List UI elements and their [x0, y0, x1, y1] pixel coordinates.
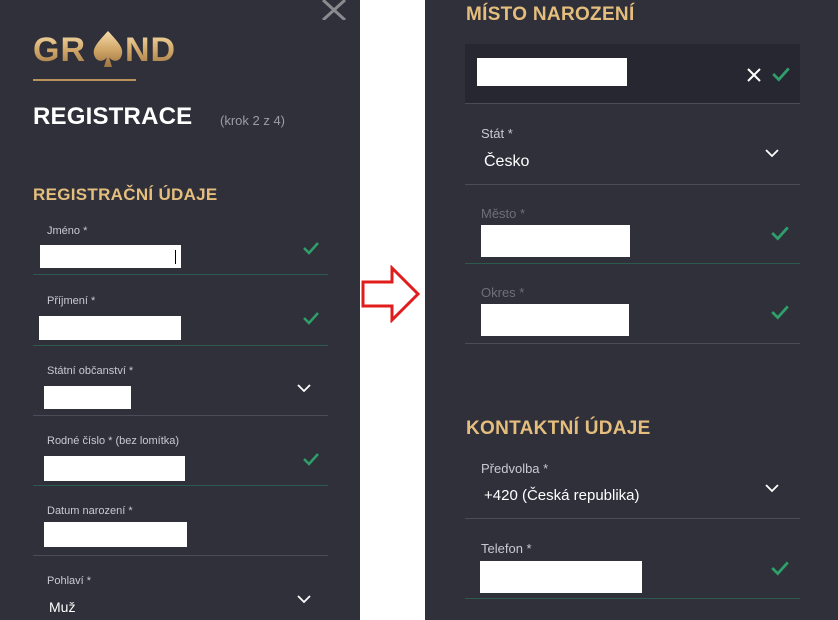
- page-title: REGISTRACE: [33, 103, 193, 130]
- check-icon: [303, 453, 319, 466]
- field-underline: [33, 555, 328, 556]
- city-label: Město *: [481, 206, 526, 221]
- clear-x-icon[interactable]: [747, 68, 761, 82]
- nationality-value[interactable]: [44, 386, 131, 409]
- field-underline: [465, 518, 800, 519]
- dial-code-label: Předvolba *: [481, 461, 549, 476]
- birth-date-label: Datum narození *: [47, 505, 133, 517]
- birth-date-input[interactable]: [44, 522, 187, 547]
- svg-text:GR: GR: [33, 31, 86, 69]
- svg-text:ND: ND: [125, 31, 176, 69]
- section-title-contact: KONTAKTNÍ ÚDAJE: [466, 418, 651, 439]
- last-name-label: Příjmení *: [47, 295, 96, 307]
- close-icon[interactable]: [320, 0, 348, 20]
- gender-value: Muž: [49, 599, 76, 615]
- field-underline: [33, 415, 328, 416]
- field-underline: [465, 343, 800, 344]
- chevron-down-icon[interactable]: [765, 149, 779, 158]
- text-cursor: [175, 250, 176, 264]
- chevron-down-icon[interactable]: [297, 595, 311, 604]
- field-underline: [33, 345, 328, 346]
- check-icon: [303, 242, 319, 255]
- check-icon: [303, 312, 319, 325]
- country-value: Česko: [484, 153, 530, 170]
- field-underline: [33, 274, 328, 275]
- section-title-registration-data: REGISTRAČNÍ ÚDAJE: [33, 185, 218, 204]
- first-name-input[interactable]: [40, 245, 181, 268]
- section-title-birthplace: MÍSTO NAROZENÍ: [466, 4, 635, 25]
- birth-number-label: Rodné číslo * (bez lomítka): [47, 435, 180, 447]
- chevron-down-icon[interactable]: [765, 484, 779, 493]
- field-underline: [465, 263, 800, 264]
- birth-number-input[interactable]: [44, 456, 185, 481]
- check-icon: [772, 67, 790, 82]
- country-label: Stát *: [481, 126, 513, 141]
- first-name-label: Jméno *: [47, 225, 88, 237]
- field-underline: [33, 485, 328, 486]
- chevron-down-icon[interactable]: [297, 384, 311, 393]
- nationality-label: Státní občanství *: [47, 365, 134, 377]
- field-underline: [465, 598, 800, 599]
- check-icon: [771, 305, 789, 320]
- logo-underline: [33, 79, 136, 81]
- field-underline: [465, 103, 800, 104]
- district-input[interactable]: [481, 304, 629, 336]
- step-indicator: (krok 2 z 4): [220, 113, 286, 128]
- field-underline: [465, 184, 800, 185]
- district-label: Okres *: [481, 285, 525, 300]
- dial-code-value: +420 (Česká republika): [484, 487, 640, 504]
- check-icon: [771, 226, 789, 241]
- birthplace-input[interactable]: [477, 58, 627, 86]
- last-name-input[interactable]: [39, 316, 181, 340]
- registration-panel-step-2: GR ND REGISTRACE (krok 2 z 4) REGISTRAČN…: [0, 0, 360, 620]
- city-input[interactable]: [481, 225, 630, 257]
- grand-logo: GR ND: [33, 28, 183, 77]
- phone-input[interactable]: [480, 561, 642, 593]
- phone-label: Telefon *: [481, 541, 532, 556]
- gender-label: Pohlaví *: [47, 575, 92, 587]
- right-arrow-icon: [361, 265, 421, 323]
- check-icon: [771, 561, 789, 576]
